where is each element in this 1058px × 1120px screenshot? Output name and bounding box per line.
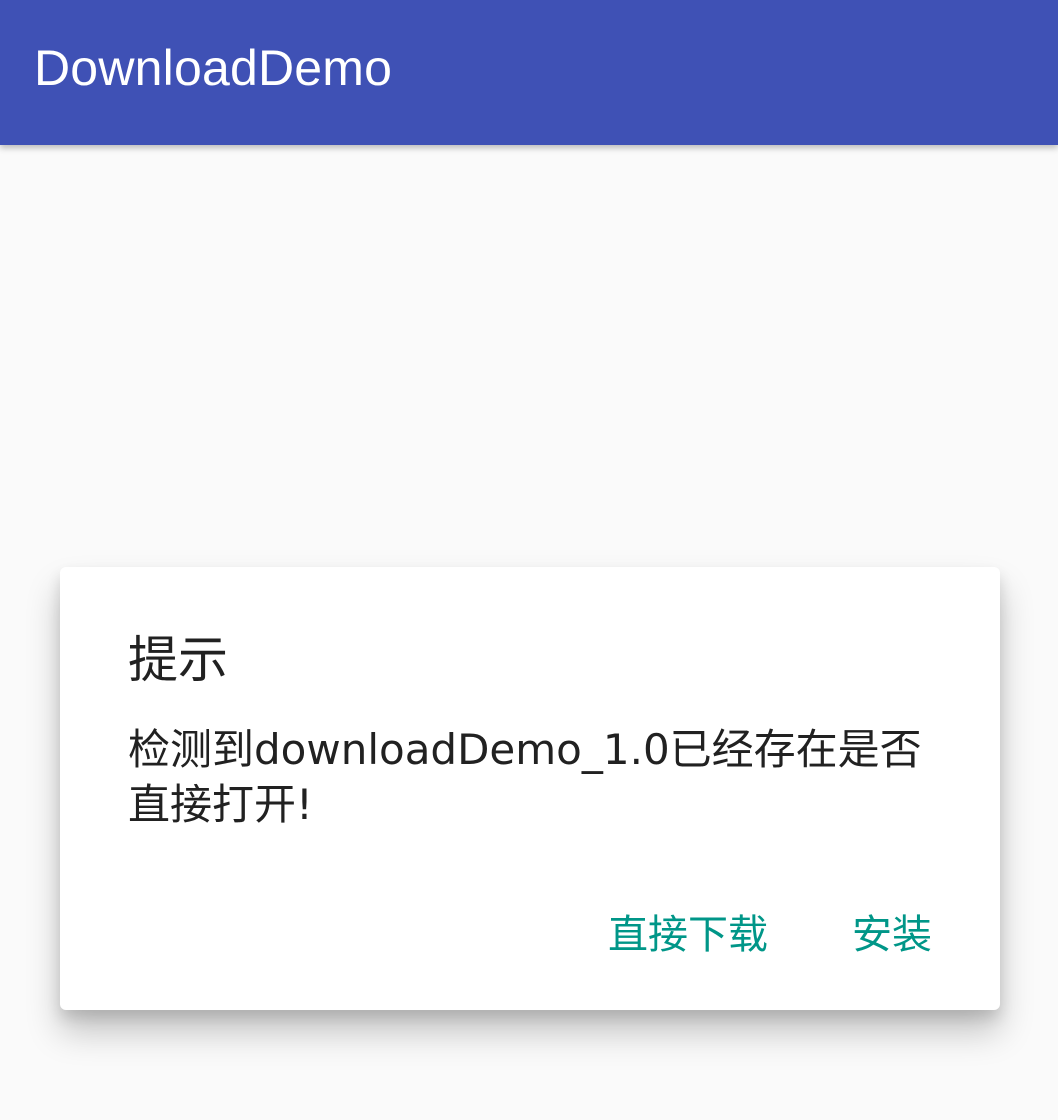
alert-dialog: 提示 检测到downloadDemo_1.0已经存在是否直接打开! 直接下载 安… <box>60 567 1000 1010</box>
app-title: DownloadDemo <box>34 40 393 96</box>
app-bar: DownloadDemo <box>0 0 1058 145</box>
dialog-title: 提示 <box>128 631 228 689</box>
install-button[interactable]: 安装 <box>852 907 932 963</box>
download-directly-button[interactable]: 直接下载 <box>608 907 768 963</box>
dialog-message: 检测到downloadDemo_1.0已经存在是否直接打开! <box>128 725 922 829</box>
dialog-actions: 直接下载 安装 <box>608 907 932 963</box>
